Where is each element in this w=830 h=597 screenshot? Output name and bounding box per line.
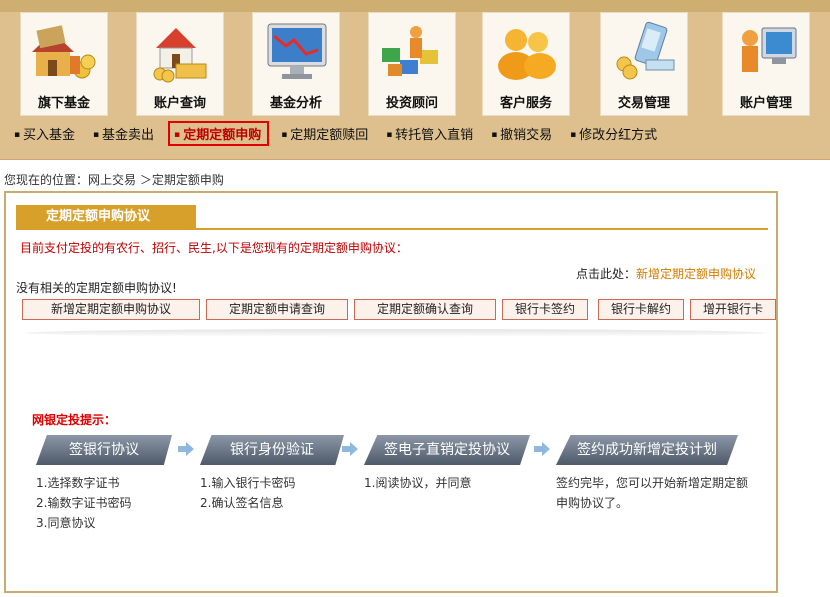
- module-label: 基金分析: [269, 96, 322, 111]
- module-label: 客户服务: [499, 96, 552, 111]
- subnav-buy-fund[interactable]: 买入基金: [10, 122, 81, 145]
- module-label: 交易管理: [617, 96, 670, 111]
- bank-sign-button[interactable]: 银行卡签约: [502, 299, 588, 320]
- step-bank-verify: 银行身份验证: [200, 435, 344, 465]
- module-label: 账户管理: [739, 96, 792, 111]
- module-customer-service[interactable]: 客户服务: [482, 12, 570, 116]
- apply-query-button[interactable]: 定期定额申请查询: [206, 299, 348, 320]
- title-divider: [16, 228, 768, 230]
- step-sign-direct: 签电子直销定投协议: [364, 435, 530, 465]
- tips-title: 网银定投提示：: [32, 413, 117, 427]
- agreement-panel: 定期定额申购协议 目前支付定投的有农行、招行、民生,以下是您现有的定期定额申购协…: [4, 191, 778, 593]
- module-investment-advisor[interactable]: 投资顾问: [368, 12, 456, 116]
- breadcrumb: 您现在的位置：网上交易 ＞定期定额申购: [4, 173, 224, 187]
- arrow-right-icon: [342, 442, 358, 456]
- top-header: 旗下基金 账户查询 基金分析 投资顾问 客户服务 交易管理 账户管理 ▪ 买入基…: [0, 0, 830, 160]
- desc-line: 申购协议了。: [556, 496, 629, 510]
- step-success: 签约成功新增定投计划: [556, 435, 738, 465]
- subnav-sell-fund[interactable]: 基金卖出: [89, 122, 160, 145]
- desc-line: 3.同意协议: [36, 516, 96, 530]
- module-fund-list[interactable]: 旗下基金: [20, 12, 108, 116]
- advisor-blocks-icon: [375, 17, 451, 87]
- subnav-transfer-custody[interactable]: 转托管入直销: [382, 122, 479, 145]
- module-label: 旗下基金: [37, 96, 90, 111]
- panel-title: 定期定额申购协议: [16, 205, 196, 229]
- person-computer-icon: [729, 17, 805, 87]
- module-label: 账户查询: [153, 96, 206, 111]
- house-coins-icon: [143, 17, 219, 87]
- step-3-desc: 1.阅读协议，并同意: [364, 473, 471, 493]
- desc-line: 1.选择数字证书: [36, 476, 120, 490]
- click-here-row: 点击此处：新增定期定额申购协议: [576, 265, 756, 282]
- module-account-query[interactable]: 账户查询: [136, 12, 224, 116]
- step-1-desc: 1.选择数字证书 2.输数字证书密码 3.同意协议: [36, 473, 131, 533]
- house-money-icon: [27, 17, 103, 87]
- subnav-regular-purchase[interactable]: 定期定额申购: [167, 120, 270, 146]
- separator-shadow: [26, 329, 766, 337]
- payment-notice: 目前支付定投的有农行、招行、民生,以下是您现有的定期定额申购协议：: [20, 241, 408, 255]
- sub-navigation: 买入基金 基金卖出 定期定额申购 定期定额赎回 转托管入直销 撤销交易 修改分红…: [10, 120, 671, 146]
- module-account-management[interactable]: 账户管理: [722, 12, 810, 116]
- arrow-right-icon: [534, 442, 550, 456]
- no-agreement-text: 没有相关的定期定额申购协议!: [16, 281, 177, 295]
- desc-line: 1.输入银行卡密码: [200, 476, 296, 490]
- module-label: 投资顾问: [385, 96, 438, 111]
- header-band: [0, 0, 830, 12]
- people-icon: [489, 17, 565, 87]
- monitor-chart-icon: [259, 17, 335, 87]
- add-agreement-link[interactable]: 新增定期定额申购协议: [636, 267, 756, 281]
- desc-line: 2.输数字证书密码: [36, 496, 132, 510]
- click-here-prefix: 点击此处：: [575, 267, 636, 281]
- subnav-regular-redeem[interactable]: 定期定额赎回: [277, 122, 374, 145]
- desc-line: 1.阅读协议，并同意: [364, 476, 472, 490]
- confirm-query-button[interactable]: 定期定额确认查询: [354, 299, 496, 320]
- add-bank-card-button[interactable]: 增开银行卡: [690, 299, 776, 320]
- add-agreement-button[interactable]: 新增定期定额申购协议: [22, 299, 200, 320]
- step-2-desc: 1.输入银行卡密码 2.确认签名信息: [200, 473, 295, 513]
- bank-unsign-button[interactable]: 银行卡解约: [598, 299, 684, 320]
- subnav-modify-dividend[interactable]: 修改分红方式: [566, 122, 663, 145]
- subnav-cancel-trade[interactable]: 撤销交易: [487, 122, 558, 145]
- phone-coins-icon: [607, 17, 683, 87]
- desc-line: 2.确认签名信息: [200, 496, 284, 510]
- module-trade-management[interactable]: 交易管理: [600, 12, 688, 116]
- arrow-right-icon: [178, 442, 194, 456]
- step-4-desc: 签约完毕，您可以开始新增定期定额 申购协议了。: [556, 473, 748, 513]
- desc-line: 签约完毕，您可以开始新增定期定额: [556, 476, 749, 490]
- step-sign-bank: 签银行协议: [36, 435, 172, 465]
- module-fund-analysis[interactable]: 基金分析: [252, 12, 340, 116]
- action-button-row: 新增定期定额申购协议 定期定额申请查询 定期定额确认查询 银行卡签约 银行卡解约…: [22, 299, 782, 321]
